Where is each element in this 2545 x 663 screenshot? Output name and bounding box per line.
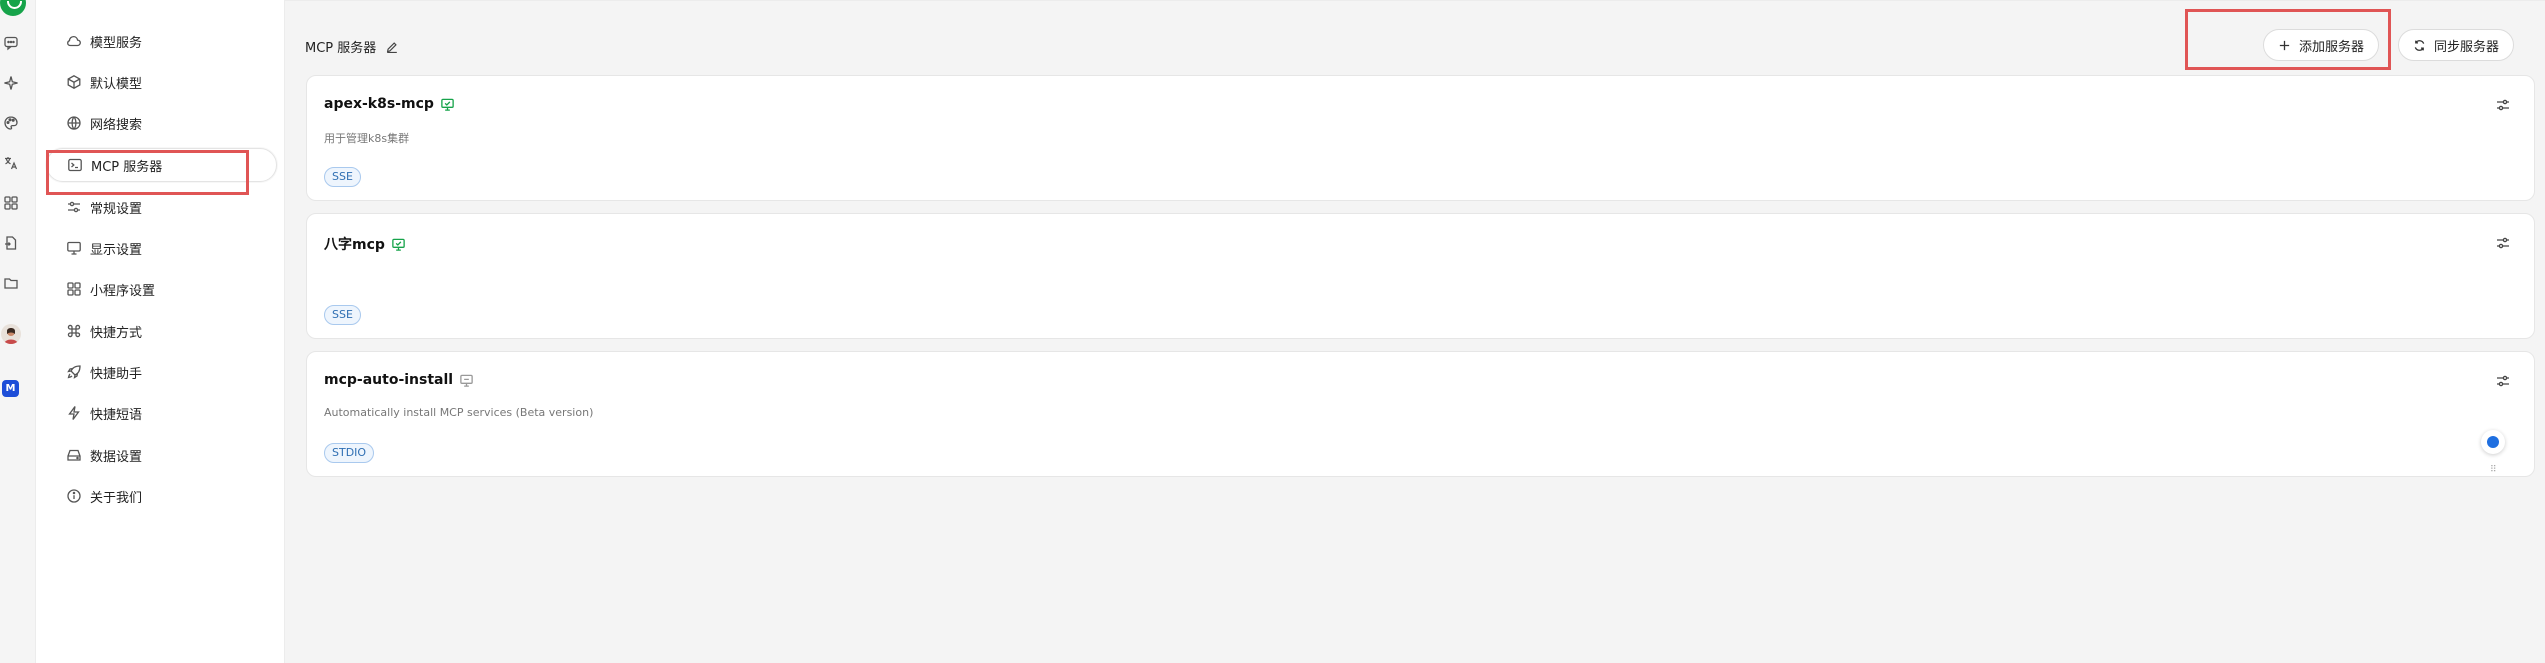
server-disabled-icon (459, 373, 474, 388)
cloud-icon (66, 33, 82, 49)
server-description: 用于管理k8s集群 (324, 132, 410, 145)
grid-icon (66, 281, 82, 297)
sidebar-item-quick-phrases[interactable]: 快捷短语 (46, 396, 277, 430)
server-name: mcp-auto-install (324, 372, 474, 388)
sidebar-item-label: 常规设置 (90, 201, 143, 217)
sidebar-item-label: 小程序设置 (90, 283, 156, 299)
cube-icon (66, 74, 82, 90)
file-transfer-icon[interactable] (0, 232, 22, 254)
sliders-icon (66, 199, 82, 215)
content-header: MCP 服务器 添加服务器 同步服务器 (285, 0, 2545, 66)
terminal-icon (67, 157, 83, 173)
sidebar-item-web-search[interactable]: 网络搜索 (46, 106, 277, 140)
plus-icon (2278, 39, 2291, 52)
edit-icon[interactable] (385, 40, 399, 54)
info-icon (66, 488, 82, 504)
sidebar-item-mcp-servers[interactable]: MCP 服务器 (46, 148, 277, 182)
icon-rail: M (0, 0, 36, 663)
server-card[interactable]: apex-k8s-mcp 用于管理k8s集群 SSE (306, 75, 2535, 201)
sidebar-item-label: 显示设置 (90, 242, 143, 258)
translate-icon[interactable] (0, 152, 22, 174)
sync-servers-button[interactable]: 同步服务器 (2398, 29, 2515, 61)
sidebar-item-data-settings[interactable]: 数据设置 (46, 438, 277, 472)
add-server-button[interactable]: 添加服务器 (2263, 29, 2380, 61)
sidebar-item-label: 默认模型 (90, 76, 143, 92)
sidebar-item-label: 快捷短语 (90, 407, 143, 423)
hard-drive-icon (66, 447, 82, 463)
sidebar-item-label: 快捷方式 (90, 325, 143, 341)
floating-assistant-button[interactable] (2481, 430, 2505, 454)
monitor-icon (66, 240, 82, 256)
server-description: Automatically install MCP services (Beta… (324, 406, 594, 419)
server-name-text: 八字mcp (324, 237, 385, 253)
sidebar-item-model-service[interactable]: 模型服务 (46, 24, 277, 58)
sidebar-item-default-model[interactable]: 默认模型 (46, 65, 277, 99)
sidebar-item-label: 网络搜索 (90, 117, 143, 133)
folder-icon[interactable] (0, 272, 22, 294)
server-type-tag: STDIO (324, 443, 375, 463)
add-server-label: 添加服务器 (2299, 39, 2365, 55)
globe-icon (66, 115, 82, 131)
server-card[interactable]: 八字mcp SSE (306, 213, 2535, 339)
server-name-text: mcp-auto-install (324, 372, 454, 388)
app-logo-icon[interactable] (0, 0, 26, 16)
sync-icon (2413, 39, 2426, 52)
chat-icon[interactable] (0, 32, 22, 54)
server-name: apex-k8s-mcp (324, 96, 455, 112)
settings-sidebar: 模型服务 默认模型 网络搜索 MCP 服务器 常规设置 显示设置 小程序设置 快… (36, 0, 285, 663)
sidebar-item-mini-app-settings[interactable]: 小程序设置 (46, 272, 277, 306)
sidebar-item-label: MCP 服务器 (91, 159, 163, 175)
page-title: MCP 服务器 (305, 37, 399, 56)
server-name-text: apex-k8s-mcp (324, 96, 434, 112)
server-name: 八字mcp (324, 234, 406, 254)
sidebar-item-label: 快捷助手 (90, 366, 143, 382)
server-enabled-icon (440, 97, 455, 112)
rocket-icon (66, 364, 82, 380)
lightning-icon (66, 405, 82, 421)
server-type-tag: SSE (324, 305, 361, 325)
main-content: MCP 服务器 添加服务器 同步服务器 apex-k8s-mcp 用于管理k8s… (285, 0, 2545, 663)
palette-icon[interactable] (0, 112, 22, 134)
server-card[interactable]: mcp-auto-install Automatically install M… (306, 351, 2535, 477)
mini-app-icon[interactable]: M (2, 380, 19, 397)
command-icon (66, 323, 82, 339)
sidebar-item-quick-assistant[interactable]: 快捷助手 (46, 355, 277, 389)
sidebar-item-about[interactable]: 关于我们 (46, 479, 277, 513)
server-settings-icon[interactable] (2494, 234, 2512, 252)
page-title-text: MCP 服务器 (305, 41, 377, 56)
server-enabled-icon (391, 237, 406, 252)
sync-servers-label: 同步服务器 (2434, 39, 2500, 55)
sidebar-item-label: 数据设置 (90, 449, 143, 465)
sidebar-item-shortcuts[interactable]: 快捷方式 (46, 314, 277, 348)
server-settings-icon[interactable] (2494, 96, 2512, 114)
grid-icon[interactable] (0, 192, 22, 214)
sidebar-item-general-settings[interactable]: 常规设置 (46, 190, 277, 224)
sparkle-icon[interactable] (0, 72, 22, 94)
sidebar-item-label: 关于我们 (90, 490, 143, 506)
server-settings-icon[interactable] (2494, 372, 2512, 390)
server-type-tag: SSE (324, 167, 361, 187)
sidebar-item-label: 模型服务 (90, 35, 143, 51)
user-avatar[interactable] (1, 324, 21, 344)
sidebar-item-display-settings[interactable]: 显示设置 (46, 231, 277, 265)
drag-handle-icon[interactable]: ⠿ (2490, 466, 2497, 475)
